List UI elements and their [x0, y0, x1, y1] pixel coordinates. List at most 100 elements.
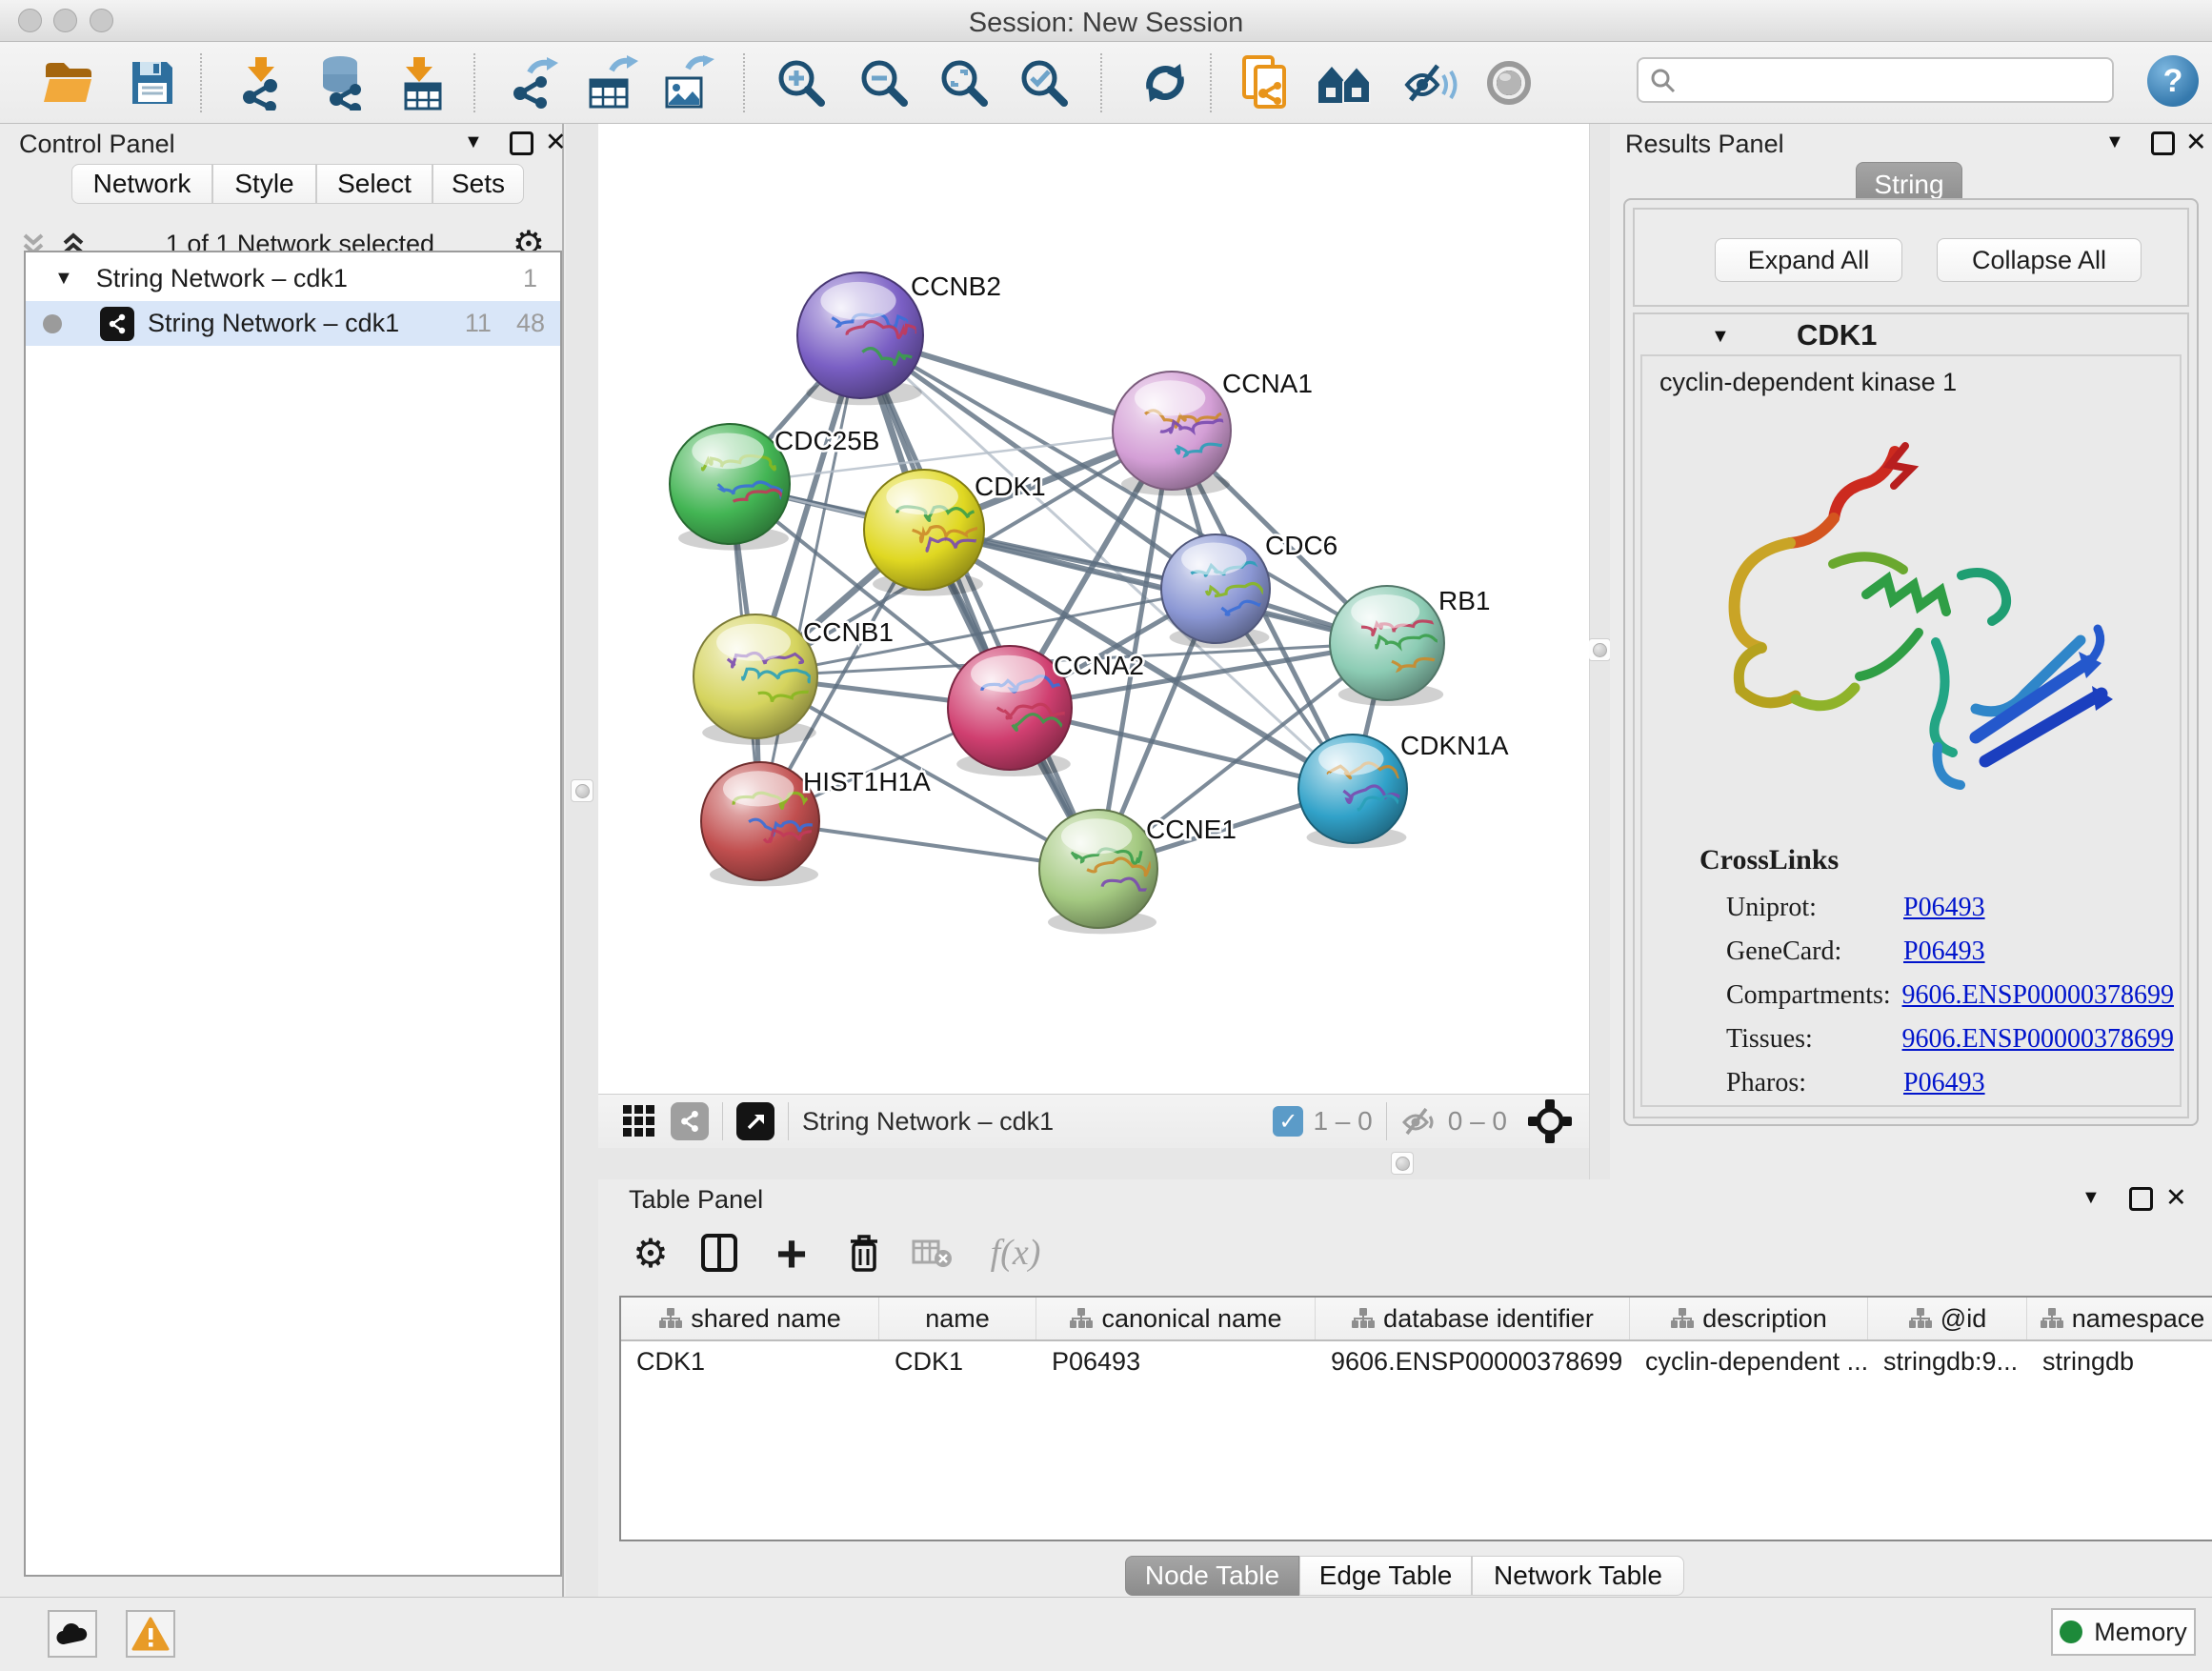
import-table-icon[interactable] — [392, 55, 451, 111]
table-panel-menu-icon[interactable]: ▼ — [2081, 1187, 2101, 1209]
column-header-label: canonical name — [1101, 1304, 1281, 1334]
column-header-description[interactable]: description — [1630, 1298, 1868, 1339]
column-header-label: shared name — [691, 1304, 841, 1334]
tab-edge-table[interactable]: Edge Table — [1299, 1556, 1472, 1596]
column-header-canonical-name[interactable]: canonical name — [1036, 1298, 1316, 1339]
toolbar-divider — [473, 53, 475, 112]
table-panel-close-icon[interactable]: ✕ — [2165, 1183, 2187, 1213]
expand-all-button[interactable]: Expand All — [1715, 238, 1902, 282]
tab-select[interactable]: Select — [316, 164, 432, 204]
birdseye-view-icon[interactable] — [736, 1102, 774, 1140]
table-panel-float-icon[interactable] — [2129, 1187, 2153, 1211]
import-network-from-database-icon[interactable] — [313, 55, 372, 111]
table-cell[interactable]: CDK1 — [879, 1341, 1036, 1381]
zoom-selected-icon[interactable] — [1015, 55, 1074, 111]
function-builder-icon: f(x) — [977, 1231, 1054, 1275]
export-image-icon[interactable] — [658, 55, 717, 111]
fit-selected-crosshair-icon[interactable] — [1528, 1099, 1572, 1143]
help-button[interactable]: ? — [2147, 55, 2199, 107]
node-label-CCNB1: CCNB1 — [803, 617, 894, 647]
column-header-database-identifier[interactable]: database identifier — [1316, 1298, 1630, 1339]
open-session-icon[interactable] — [39, 55, 98, 111]
create-column-icon[interactable]: + — [770, 1231, 814, 1275]
show-columns-icon[interactable] — [697, 1231, 741, 1275]
results-panel-float-icon[interactable] — [2151, 131, 2175, 155]
collection-expand-icon[interactable]: ▼ — [54, 268, 73, 290]
protein-structure-image — [1690, 423, 2138, 823]
network-row[interactable]: String Network – cdk1 11 48 — [26, 301, 560, 346]
node-table[interactable]: shared name name canonical name database id… — [619, 1296, 2212, 1541]
hide-unhide-icon[interactable] — [1401, 55, 1460, 111]
table-cell[interactable]: cyclin-dependent ... — [1630, 1341, 1868, 1381]
crosslink-value-link[interactable]: 9606.ENSP00000378699 — [1902, 980, 2174, 1011]
control-panel-menu-icon[interactable]: ▼ — [464, 131, 483, 153]
right-splitter-handle[interactable] — [1588, 638, 1611, 661]
node-label-CCNE1: CCNE1 — [1146, 815, 1237, 844]
cloud-icon — [55, 1621, 90, 1646]
import-network-icon[interactable] — [230, 55, 289, 111]
column-header-shared-name[interactable]: shared name — [621, 1298, 879, 1339]
export-network-icon[interactable] — [506, 55, 565, 111]
toolbar-divider — [1100, 53, 1102, 112]
network-collection-row[interactable]: ▼ String Network – cdk1 1 — [26, 256, 560, 301]
table-cell[interactable]: stringdb:9... — [1868, 1341, 2027, 1381]
table-cell[interactable]: P06493 — [1036, 1341, 1316, 1381]
network-canvas[interactable]: CCNB2CCNA1CDC25BCDK1CDC6RB1CCNB1CCNA2CDK… — [598, 124, 1589, 1094]
column-namespace-icon — [2040, 1307, 2064, 1330]
inactive-eye-icon — [1479, 55, 1538, 111]
gene-section: ▼ CDK1 cyclin-dependent kinase 1 — [1633, 312, 2189, 1118]
grid-view-icon[interactable] — [621, 1103, 657, 1139]
table-cell[interactable]: stringdb — [2027, 1341, 2212, 1381]
table-row[interactable]: CDK1CDK1P064939606.ENSP00000378699cyclin… — [621, 1341, 2212, 1381]
table-options-gear-icon[interactable]: ⚙ — [629, 1231, 673, 1275]
zoom-out-icon[interactable] — [855, 55, 914, 111]
crosslink-value-link[interactable]: P06493 — [1903, 1068, 1985, 1098]
table-cell[interactable]: CDK1 — [621, 1341, 879, 1381]
node-label-RB1: RB1 — [1438, 586, 1490, 615]
search-input[interactable] — [1637, 57, 2114, 103]
crosslink-value-link[interactable]: 9606.ENSP00000378699 — [1902, 1024, 2174, 1055]
left-splitter[interactable] — [566, 124, 598, 1597]
tab-network-table[interactable]: Network Table — [1472, 1556, 1684, 1596]
right-splitter[interactable] — [1589, 124, 1610, 1179]
tab-network[interactable]: Network — [71, 164, 212, 204]
crosslink-label: Tissues: — [1726, 1024, 1902, 1055]
memory-button[interactable]: Memory — [2051, 1608, 2196, 1656]
control-panel-close-icon[interactable]: ✕ — [545, 128, 567, 157]
table-header-row: shared name name canonical name database id… — [621, 1298, 2212, 1341]
tab-style[interactable]: Style — [212, 164, 316, 204]
selected-nodes-checkbox[interactable]: ✓ — [1273, 1106, 1303, 1137]
tab-sets[interactable]: Sets — [432, 164, 524, 204]
gene-collapse-icon[interactable]: ▼ — [1711, 326, 1730, 348]
crosslink-row: Tissues:9606.ENSP00000378699 — [1726, 1017, 2174, 1061]
export-table-icon[interactable] — [582, 55, 641, 111]
horizontal-splitter[interactable] — [598, 1148, 1589, 1179]
collapse-all-button[interactable]: Collapse All — [1937, 238, 2142, 282]
save-session-icon[interactable] — [123, 55, 182, 111]
crosslink-value-link[interactable]: P06493 — [1903, 936, 1985, 967]
results-panel-close-icon[interactable]: ✕ — [2185, 128, 2207, 157]
string-view-icon[interactable] — [671, 1102, 709, 1140]
left-splitter-handle[interactable] — [571, 779, 593, 802]
tab-node-table[interactable]: Node Table — [1125, 1556, 1299, 1596]
network-graph[interactable]: CCNB2CCNA1CDC25BCDK1CDC6RB1CCNB1CCNA2CDK… — [598, 124, 1589, 1094]
results-panel-title: Results Panel — [1625, 130, 1784, 158]
delete-columns-icon[interactable] — [842, 1231, 886, 1275]
horizontal-splitter-handle[interactable] — [1391, 1152, 1414, 1175]
table-cell[interactable]: 9606.ENSP00000378699 — [1316, 1341, 1630, 1381]
zoom-fit-icon[interactable] — [935, 55, 994, 111]
results-panel: Results Panel ▼ ✕ String Expand All Coll… — [1610, 124, 2212, 1179]
crosslink-value-link[interactable]: P06493 — [1903, 893, 1985, 923]
column-header-namespace[interactable]: namespace — [2027, 1298, 2212, 1339]
control-panel-float-icon[interactable] — [510, 131, 533, 155]
column-header-name[interactable]: name — [879, 1298, 1036, 1339]
hidden-items-icon — [1400, 1105, 1438, 1137]
results-panel-menu-icon[interactable]: ▼ — [2105, 131, 2124, 153]
apply-layout-icon[interactable] — [1136, 55, 1195, 111]
warning-button[interactable] — [126, 1610, 175, 1658]
column-header--id[interactable]: @id — [1868, 1298, 2027, 1339]
cloud-status-button[interactable] — [48, 1610, 97, 1658]
home-networks-icon[interactable] — [1316, 55, 1375, 111]
zoom-in-icon[interactable] — [772, 55, 831, 111]
annotation-documents-icon[interactable] — [1237, 55, 1297, 111]
